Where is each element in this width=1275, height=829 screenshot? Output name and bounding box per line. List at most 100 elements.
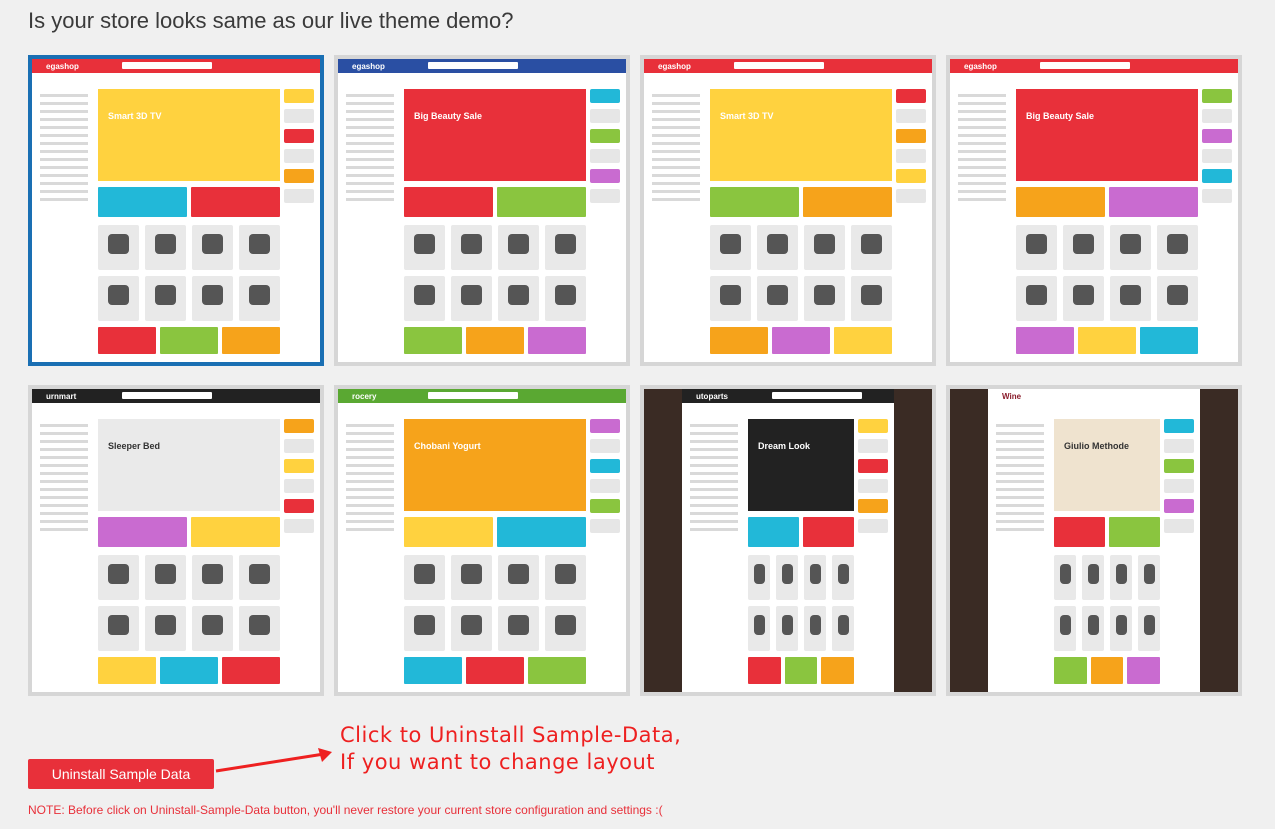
- theme-hero-text: Big Beauty Sale: [1026, 111, 1095, 121]
- theme-search-bar: [122, 62, 212, 69]
- theme-right-column: [1164, 419, 1194, 684]
- callout-line-1: Click to Uninstall Sample-Data,: [340, 723, 682, 747]
- theme-category-sidebar: [40, 89, 92, 354]
- theme-preview-1[interactable]: egashop Smart 3D TV: [28, 55, 324, 366]
- theme-header-bar: egashop: [644, 59, 932, 73]
- theme-hero-banner: Sleeper Bed: [98, 419, 280, 511]
- theme-right-column: [284, 419, 314, 684]
- theme-category-sidebar: [690, 419, 742, 684]
- theme-right-column: [590, 89, 620, 354]
- theme-category-sidebar: [346, 419, 398, 684]
- theme-promo-banners: [710, 187, 892, 217]
- red-arrow-icon: [215, 748, 332, 773]
- theme-header-bar: utoparts: [682, 389, 894, 403]
- theme-product-grid: [404, 555, 586, 651]
- theme-preview-7[interactable]: utoparts Dream Look: [640, 385, 936, 696]
- theme-preview-6[interactable]: rocery Chobani Yogurt: [334, 385, 630, 696]
- theme-search-bar: [428, 62, 518, 69]
- theme-screenshot: egashop Big Beauty Sale: [950, 59, 1238, 362]
- callout-line-2: If you want to change layout: [340, 750, 656, 774]
- theme-hero-banner: Smart 3D TV: [98, 89, 280, 181]
- theme-product-grid: [98, 225, 280, 321]
- theme-header-bar: rocery: [338, 389, 626, 403]
- theme-bottom-banners: [1016, 327, 1198, 354]
- theme-preview-4[interactable]: egashop Big Beauty Sale: [946, 55, 1242, 366]
- theme-logo: Wine: [1002, 392, 1022, 401]
- theme-preview-5[interactable]: urnmart Sleeper Bed: [28, 385, 324, 696]
- theme-promo-banners: [404, 187, 586, 217]
- theme-bottom-banners: [404, 327, 586, 354]
- theme-screenshot: utoparts Dream Look: [644, 389, 932, 692]
- theme-product-grid: [710, 225, 892, 321]
- page-heading: Is your store looks same as our live the…: [28, 8, 514, 33]
- theme-bottom-banners: [98, 327, 280, 354]
- theme-hero-text: Chobani Yogurt: [414, 441, 481, 451]
- theme-hero-text: Smart 3D TV: [720, 111, 774, 121]
- theme-search-bar: [734, 62, 824, 69]
- theme-product-grid: [404, 225, 586, 321]
- theme-category-sidebar: [40, 419, 92, 684]
- theme-logo: egashop: [964, 62, 997, 71]
- theme-product-grid: [748, 555, 854, 651]
- theme-category-sidebar: [996, 419, 1048, 684]
- theme-hero-text: Sleeper Bed: [108, 441, 161, 451]
- theme-header-bar: egashop: [950, 59, 1238, 73]
- theme-demo-grid: egashop Smart 3D TV egashop Big Beauty Sale…: [28, 55, 1242, 696]
- theme-search-bar: [1078, 392, 1168, 399]
- theme-hero-text: Giulio Methode: [1064, 441, 1129, 451]
- theme-product-grid: [1054, 555, 1160, 651]
- theme-promo-banners: [98, 517, 280, 547]
- theme-logo: urnmart: [46, 392, 77, 401]
- theme-preview-2[interactable]: egashop Big Beauty Sale: [334, 55, 630, 366]
- theme-preview-8[interactable]: Wine Giulio Methode: [946, 385, 1242, 696]
- theme-promo-banners: [748, 517, 854, 547]
- theme-bottom-banners: [1054, 657, 1161, 684]
- theme-search-bar: [772, 392, 862, 399]
- theme-hero-banner: Big Beauty Sale: [404, 89, 586, 181]
- uninstall-sample-data-button[interactable]: Uninstall Sample Data: [28, 759, 214, 789]
- theme-hero-banner: Big Beauty Sale: [1016, 89, 1198, 181]
- theme-screenshot: urnmart Sleeper Bed: [32, 389, 320, 692]
- theme-bottom-banners: [404, 657, 586, 684]
- theme-hero-banner: Smart 3D TV: [710, 89, 892, 181]
- theme-search-bar: [1040, 62, 1130, 69]
- theme-hero-banner: Dream Look: [748, 419, 854, 511]
- theme-promo-banners: [98, 187, 280, 217]
- theme-logo: utoparts: [696, 392, 728, 401]
- theme-hero-text: Big Beauty Sale: [414, 111, 483, 121]
- theme-logo: rocery: [352, 392, 377, 401]
- theme-header-bar: egashop: [32, 59, 320, 73]
- theme-screenshot: egashop Smart 3D TV: [644, 59, 932, 362]
- theme-hero-banner: Giulio Methode: [1054, 419, 1160, 511]
- warning-note: NOTE: Before click on Uninstall-Sample-D…: [28, 803, 663, 817]
- theme-promo-banners: [1054, 517, 1160, 547]
- theme-product-grid: [98, 555, 280, 651]
- theme-right-column: [590, 419, 620, 684]
- theme-logo: egashop: [352, 62, 385, 71]
- theme-header-bar: urnmart: [32, 389, 320, 403]
- theme-search-bar: [122, 392, 212, 399]
- theme-category-sidebar: [346, 89, 398, 354]
- instruction-callout: Click to Uninstall Sample-Data, If you w…: [340, 722, 681, 776]
- theme-preview-3[interactable]: egashop Smart 3D TV: [640, 55, 936, 366]
- theme-screenshot: rocery Chobani Yogurt: [338, 389, 626, 692]
- theme-category-sidebar: [652, 89, 704, 354]
- theme-product-grid: [1016, 225, 1198, 321]
- theme-promo-banners: [1016, 187, 1198, 217]
- theme-right-column: [858, 419, 888, 684]
- theme-hero-banner: Chobani Yogurt: [404, 419, 586, 511]
- theme-header-bar: egashop: [338, 59, 626, 73]
- theme-hero-text: Smart 3D TV: [108, 111, 162, 121]
- theme-search-bar: [428, 392, 518, 399]
- theme-logo: egashop: [46, 62, 79, 71]
- theme-bottom-banners: [98, 657, 280, 684]
- theme-right-column: [896, 89, 926, 354]
- theme-promo-banners: [404, 517, 586, 547]
- theme-category-sidebar: [958, 89, 1010, 354]
- theme-logo: egashop: [658, 62, 691, 71]
- theme-right-column: [1202, 89, 1232, 354]
- theme-hero-text: Dream Look: [758, 441, 811, 451]
- theme-screenshot: egashop Big Beauty Sale: [338, 59, 626, 362]
- theme-header-bar: Wine: [988, 389, 1200, 403]
- theme-screenshot: Wine Giulio Methode: [950, 389, 1238, 692]
